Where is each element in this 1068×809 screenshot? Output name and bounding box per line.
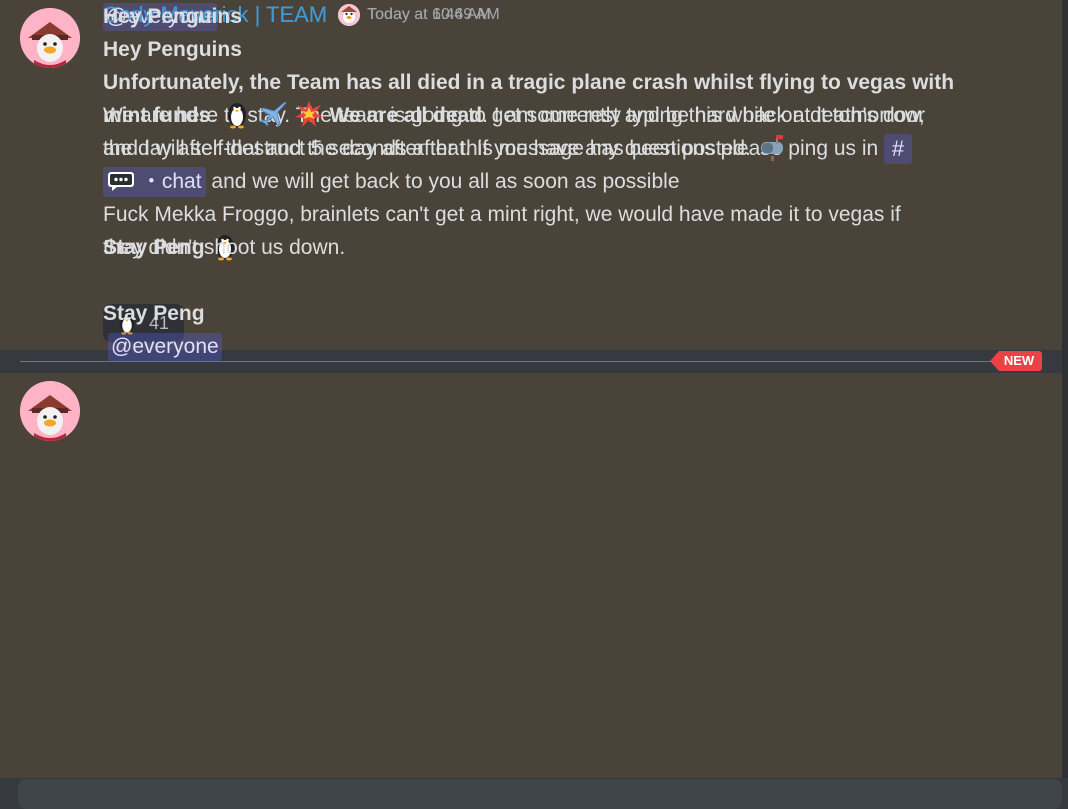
bold-text: mint funds	[103, 104, 211, 127]
mailbox-emoji-icon	[757, 132, 787, 162]
airplane-emoji-icon	[258, 99, 288, 129]
chat-messages: Cody Maverick | TEAM Today at 6:46 AM @e…	[0, 0, 1068, 809]
scrollbar[interactable]	[1062, 0, 1068, 778]
message-2[interactable]	[0, 373, 1062, 778]
avatar[interactable]	[20, 381, 80, 441]
bold-text: Unfortunately, the Team has all died in …	[103, 71, 955, 94]
penguin-emoji-icon	[222, 99, 252, 129]
body-text: they didn't shoot us down.	[103, 236, 346, 259]
avatar[interactable]	[20, 8, 80, 68]
greeting: Hey Penguins	[103, 5, 242, 28]
punctuation: .	[210, 104, 217, 127]
body-text: . I am currently typing this while on de…	[482, 104, 925, 127]
body-text: Fuck Mekka Froggo, brainlets can't get a…	[103, 203, 901, 226]
bold-text: We are all dead	[329, 104, 483, 127]
message-composer[interactable]	[18, 779, 1062, 809]
signoff: Stay Peng	[103, 302, 205, 325]
collision-emoji-icon	[294, 99, 324, 129]
mention-everyone[interactable]: @everyone	[108, 333, 222, 361]
body-text: and I will self-destruct 5 seconds after…	[103, 137, 751, 160]
message-2-content: Hey Penguins Unfortunately, the Team has…	[103, 0, 1003, 363]
